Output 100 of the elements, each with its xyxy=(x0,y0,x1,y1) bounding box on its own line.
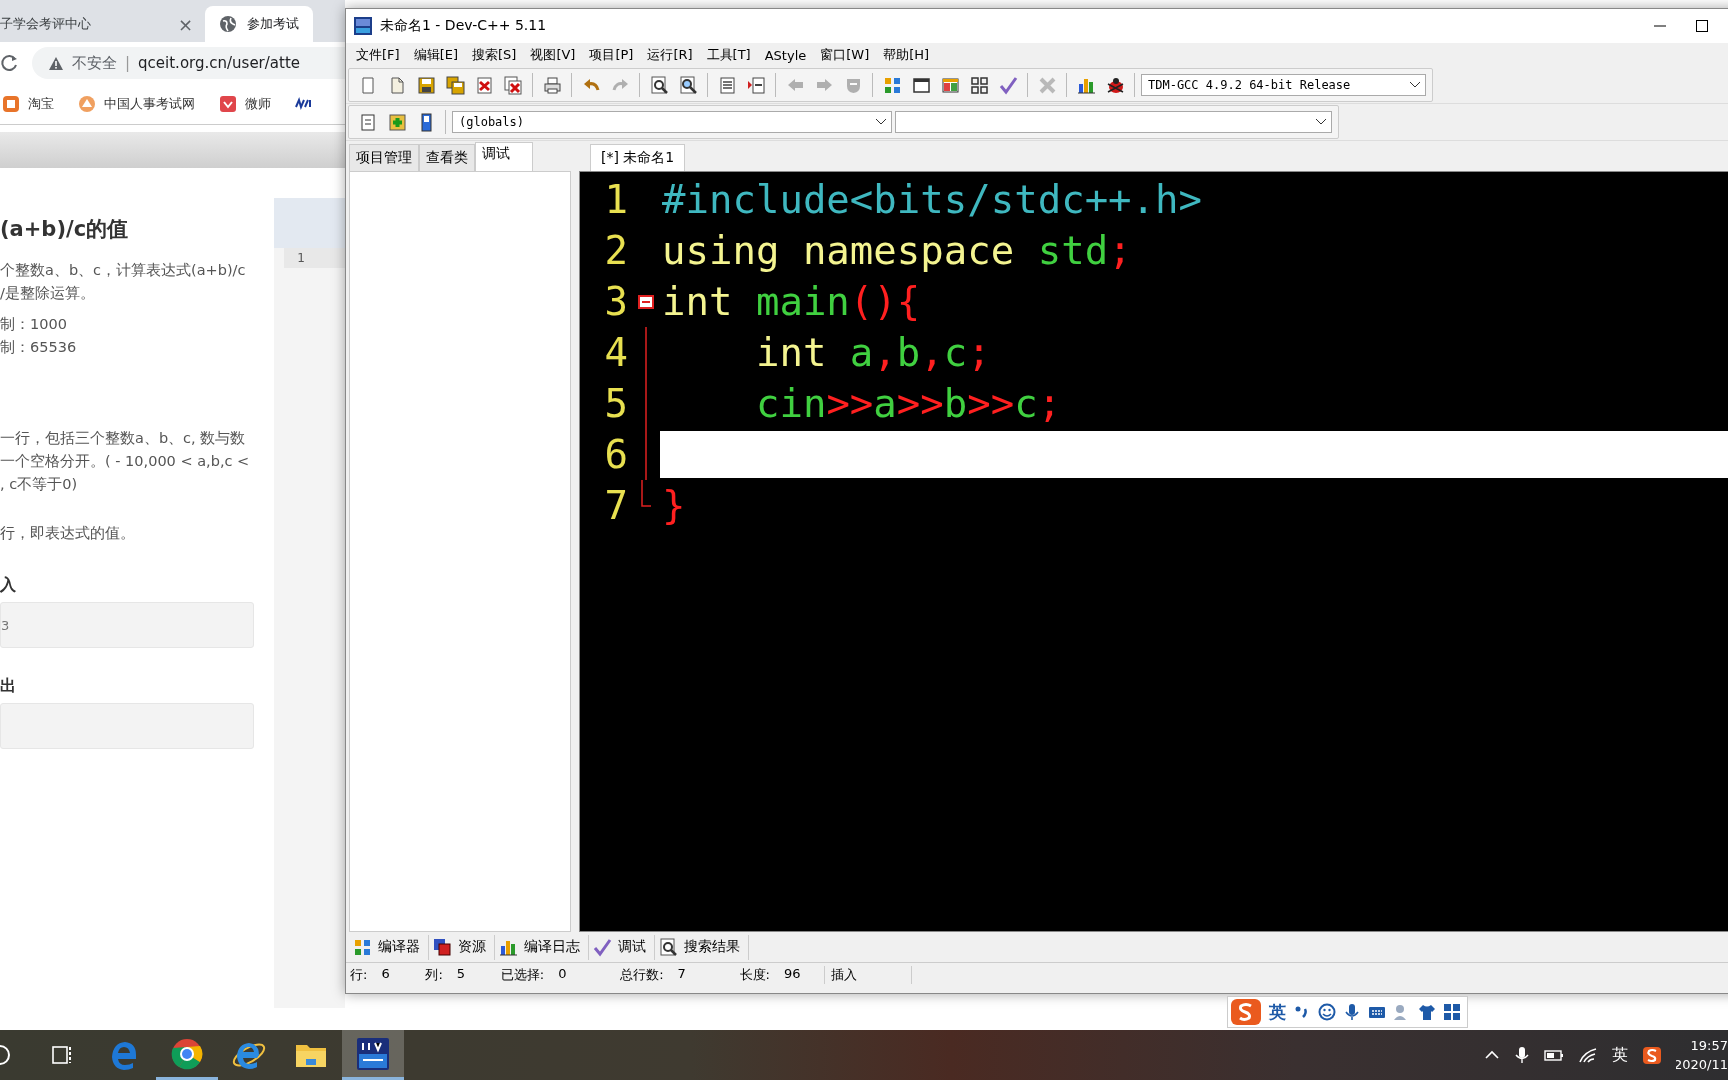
problem-title: (a+b)/c的值 xyxy=(0,218,130,241)
status-label: 总行数: xyxy=(620,966,664,984)
code-token: ; xyxy=(1108,228,1132,273)
description-text: 个整数a、b、c，计算表达式(a+b)/c xyxy=(0,261,247,280)
browser-tab[interactable]: 参加考试 xyxy=(205,6,313,42)
bug-icon xyxy=(1105,75,1125,95)
dev-cpp-icon xyxy=(355,1035,391,1072)
code-token: int xyxy=(754,330,827,375)
language-toggle[interactable]: 英 xyxy=(1269,1000,1286,1024)
microphone-icon[interactable] xyxy=(1514,1046,1530,1064)
panel-tab[interactable]: 项目管理 xyxy=(349,144,419,171)
maximize-icon[interactable] xyxy=(1696,20,1708,32)
section-heading: 入 xyxy=(0,574,17,596)
status-label: 插入 xyxy=(830,966,857,984)
security-label: 不安全 xyxy=(72,53,117,73)
bookmark-emblem-icon xyxy=(78,95,96,113)
taskbar-app-button[interactable] xyxy=(342,1030,404,1080)
menu-item[interactable]: 视图[V] xyxy=(524,46,582,64)
app-icon xyxy=(354,17,372,35)
code-panel-header xyxy=(273,198,345,248)
limit-text: 制：65536 xyxy=(0,338,78,357)
output-tab[interactable]: 编译日志 xyxy=(495,934,589,960)
code-token: ; xyxy=(967,330,991,375)
input-description-text: , c不等于0) xyxy=(0,475,79,494)
line-number: 6 xyxy=(603,432,629,477)
output-description-text: 行，即表达式的值。 xyxy=(0,524,136,543)
code-token: using namespace xyxy=(662,228,1015,273)
globe-icon xyxy=(219,15,237,33)
code-token: , xyxy=(920,330,944,375)
code-token: c xyxy=(1014,381,1038,426)
menu-item[interactable]: 编辑[E] xyxy=(407,46,464,64)
line-number: 3 xyxy=(603,279,629,324)
disks-icon xyxy=(445,75,465,95)
url-text: qceit.org.cn/user/atte xyxy=(138,54,300,72)
line-number: 2 xyxy=(603,228,629,273)
browser-tab[interactable]: 子学会考评中心 × xyxy=(0,6,205,42)
input-description-text: 一行，包括三个整数a、b、c, 数与数 xyxy=(0,429,247,448)
page-cross-icon xyxy=(474,75,494,95)
limit-text: 制：1000 xyxy=(0,315,68,334)
menu-item[interactable]: 搜索[S] xyxy=(466,46,523,64)
wifi-icon[interactable] xyxy=(1578,1046,1598,1064)
bookmark-link[interactable]: 淘宝 xyxy=(28,95,54,113)
check-icon xyxy=(998,75,1018,95)
cross-icon xyxy=(1037,75,1057,95)
output-tab[interactable]: 调试 xyxy=(589,934,655,960)
code-token: (){ xyxy=(849,279,921,324)
menu-item[interactable]: 项目[P] xyxy=(583,46,640,64)
code-token: , xyxy=(873,330,897,375)
output-tab[interactable]: 编译器 xyxy=(349,934,429,960)
panel-tab[interactable]: 调试 xyxy=(475,142,533,171)
input-description-text: 一个空格分开。( - 10,000 < a,b,c < xyxy=(0,452,251,471)
sample-input-box: 3 xyxy=(0,602,254,648)
status-value: 6 xyxy=(381,966,391,983)
code-token: c xyxy=(943,330,968,375)
bookmark-link[interactable]: 中国人事考试网 xyxy=(104,95,195,113)
description-text: /是整除运算。 xyxy=(0,284,96,303)
scope-dropdown[interactable]: (globals) xyxy=(452,111,892,133)
compiler-dropdown[interactable]: TDM-GCC 4.9.2 64-bit Release xyxy=(1141,74,1426,96)
tiles-icon xyxy=(882,75,902,95)
editor-tab[interactable]: [*] 未命名1 xyxy=(590,144,686,171)
menu-item[interactable]: 文件[F] xyxy=(350,46,406,64)
search-icon[interactable] xyxy=(0,1043,12,1067)
menu-item[interactable]: 帮助[H] xyxy=(877,46,936,64)
line-number: 5 xyxy=(603,381,629,426)
status-value: 0 xyxy=(558,966,568,983)
shirt-icon[interactable] xyxy=(1418,1003,1436,1021)
reload-icon[interactable] xyxy=(0,54,18,72)
menu-item[interactable]: 运行[R] xyxy=(641,46,699,64)
output-tab[interactable]: 搜索结果 xyxy=(655,934,749,960)
clock-time: 19:57 xyxy=(1690,1037,1728,1055)
warning-icon xyxy=(48,55,64,71)
fold-toggle-icon[interactable] xyxy=(638,294,654,309)
address-bar[interactable]: 不安全 | qceit.org.cn/user/atte xyxy=(32,47,345,79)
input-method-logo-icon[interactable] xyxy=(1230,998,1262,1026)
code-token: cin xyxy=(754,381,827,426)
tiles-icon[interactable] xyxy=(1443,1003,1461,1021)
menu-item[interactable]: AStyle xyxy=(758,47,813,63)
class-page-icon xyxy=(358,112,378,132)
input-method-logo-icon[interactable] xyxy=(1642,1045,1662,1065)
code-token: >> xyxy=(826,381,874,426)
menu-item[interactable]: 窗口[W] xyxy=(814,46,876,64)
smiley-icon[interactable] xyxy=(1318,1003,1336,1021)
printer-icon xyxy=(542,75,562,95)
code-token: b xyxy=(896,330,921,375)
search-page-icon xyxy=(678,75,698,95)
close-tab-button[interactable]: × xyxy=(177,13,193,35)
line-number: 4 xyxy=(603,330,629,375)
menu-item[interactable]: 工具[T] xyxy=(700,46,757,64)
code-token: b xyxy=(943,381,968,426)
microphone-icon[interactable] xyxy=(1343,1003,1361,1021)
task-view-icon[interactable] xyxy=(50,1043,72,1067)
output-tab[interactable]: 资源 xyxy=(429,934,495,960)
panel-tab[interactable]: 查看类 xyxy=(419,144,475,171)
input-language-indicator[interactable]: 英 xyxy=(1612,1044,1628,1066)
bookmark-link[interactable]: 微师 xyxy=(245,95,271,113)
code-token: main xyxy=(754,279,850,324)
fold-end-icon xyxy=(639,480,653,508)
indent-icon xyxy=(746,75,766,95)
color-window-icon xyxy=(940,75,960,95)
code-token: } xyxy=(662,483,686,528)
